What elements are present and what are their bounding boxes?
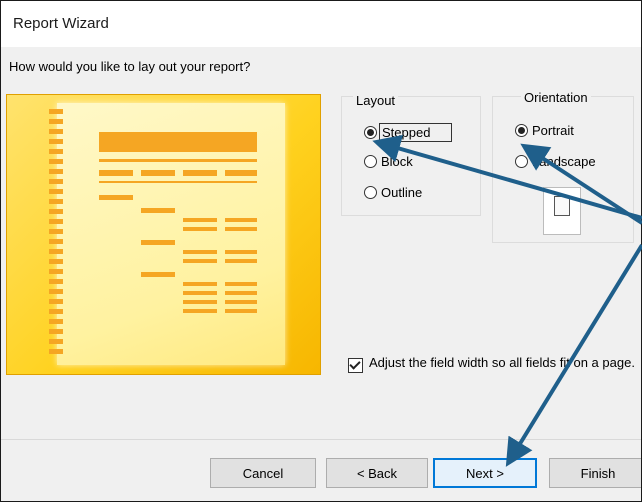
preview-detail — [225, 282, 257, 286]
preview-rule — [99, 159, 257, 162]
preview-detail — [225, 291, 257, 295]
preview-group-2 — [141, 240, 175, 245]
report-wizard-window: Report Wizard How would you like to lay … — [0, 0, 642, 502]
preview-title-bar — [99, 132, 257, 152]
title-bar: Report Wizard — [1, 1, 641, 47]
wizard-content: How would you like to lay out your repor… — [1, 47, 641, 501]
layout-group-label: Layout — [353, 93, 399, 108]
preview-detail — [225, 250, 257, 254]
preview-detail — [183, 291, 217, 295]
orientation-group: Orientation Portrait Landscape — [492, 90, 634, 243]
preview-binding-spiral — [49, 109, 63, 359]
preview-detail — [225, 300, 257, 304]
adjust-width-option[interactable]: Adjust the field width so all fields fit… — [348, 355, 638, 373]
preview-detail — [225, 259, 257, 263]
adjust-width-checkbox[interactable] — [348, 358, 363, 373]
radio-block[interactable]: Block — [364, 154, 413, 169]
orientation-group-label: Orientation — [521, 90, 591, 105]
cancel-button[interactable]: Cancel — [210, 458, 316, 488]
preview-detail — [183, 218, 217, 222]
radio-stepped-circle[interactable] — [364, 126, 377, 139]
preview-header — [141, 170, 175, 176]
finish-button[interactable]: Finish — [549, 458, 641, 488]
radio-portrait[interactable]: Portrait — [515, 123, 574, 138]
preview-detail — [183, 300, 217, 304]
preview-rule — [99, 181, 257, 183]
layout-preview-image — [6, 94, 321, 375]
radio-landscape-label[interactable]: Landscape — [532, 154, 596, 169]
radio-outline-circle[interactable] — [364, 186, 377, 199]
adjust-width-label[interactable]: Adjust the field width so all fields fit… — [369, 355, 635, 373]
radio-block-circle[interactable] — [364, 155, 377, 168]
radio-block-label[interactable]: Block — [381, 154, 413, 169]
preview-group-2 — [141, 208, 175, 213]
preview-header — [183, 170, 217, 176]
preview-group-2 — [141, 272, 175, 277]
preview-detail — [183, 250, 217, 254]
radio-outline-label[interactable]: Outline — [381, 185, 422, 200]
preview-detail — [183, 309, 217, 313]
radio-outline[interactable]: Outline — [364, 185, 422, 200]
button-separator — [1, 439, 641, 440]
preview-detail — [225, 218, 257, 222]
preview-detail — [225, 227, 257, 231]
next-button[interactable]: Next > — [433, 458, 537, 488]
radio-landscape-circle[interactable] — [515, 155, 528, 168]
preview-detail — [183, 282, 217, 286]
preview-header — [225, 170, 257, 176]
preview-detail — [183, 259, 217, 263]
radio-stepped-label[interactable]: Stepped — [378, 123, 453, 142]
radio-stepped[interactable]: Stepped — [364, 123, 453, 142]
layout-group: Layout Stepped Block Outline — [341, 93, 481, 216]
preview-header — [99, 170, 133, 176]
radio-portrait-label[interactable]: Portrait — [532, 123, 574, 138]
preview-group-1 — [99, 195, 133, 200]
radio-portrait-circle[interactable] — [515, 124, 528, 137]
back-button[interactable]: < Back — [326, 458, 428, 488]
wizard-question: How would you like to lay out your repor… — [9, 59, 251, 74]
preview-detail — [183, 227, 217, 231]
preview-detail — [225, 309, 257, 313]
window-title: Report Wizard — [13, 15, 109, 32]
radio-landscape[interactable]: Landscape — [515, 154, 596, 169]
portrait-page-icon — [543, 187, 581, 235]
